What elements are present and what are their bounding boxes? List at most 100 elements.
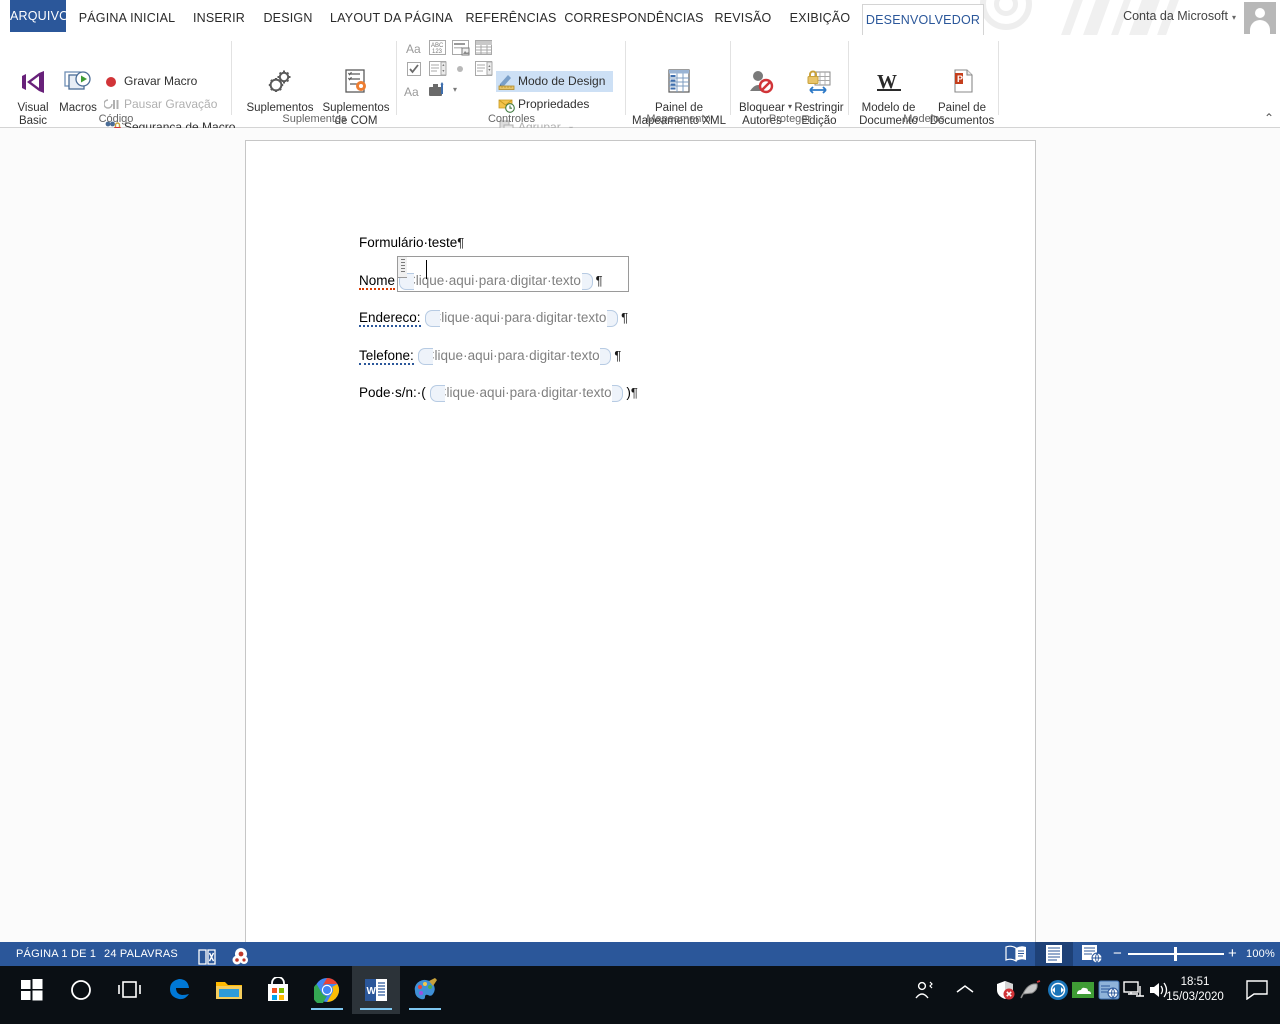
content-control-left-bracket-icon <box>428 384 445 402</box>
shield-icon[interactable] <box>992 966 1018 1014</box>
status-bar: PÁGINA 1 DE 1 24 PALAVRAS − + 100% <box>0 942 1280 966</box>
cortana-button[interactable] <box>57 966 105 1014</box>
taskbar: W 18:51 15/03/2020 <box>0 966 1280 1024</box>
record-macro-button[interactable]: Gravar Macro <box>102 71 197 92</box>
action-center-icon[interactable] <box>1240 966 1274 1014</box>
monitor-network-icon[interactable] <box>1121 966 1147 1014</box>
properties-button[interactable]: Propriedades <box>496 94 589 115</box>
content-control[interactable]: Clique·aqui·para·digitar·texto. <box>426 383 627 403</box>
ribbon: Visual Basic Macros Gravar Macro Pausar … <box>0 35 1280 135</box>
form-field-row: Pode·s/n:·(Clique·aqui·para·digitar·text… <box>359 383 959 421</box>
document-body[interactable]: Formulário·teste¶ Nome Clique·aqui·para·d… <box>359 233 959 421</box>
ribbon-tab-arquivo[interactable]: ARQUIVO <box>10 0 69 32</box>
content-control-right-bracket-icon <box>600 347 612 365</box>
content-control[interactable]: Clique·aqui·para·digitar·texto. <box>414 346 615 366</box>
read-mode-view-button[interactable] <box>997 942 1035 966</box>
account-label[interactable]: Conta da Microsoft ▾ <box>1123 9 1236 23</box>
pause-recording-button[interactable]: Pausar Gravação <box>102 94 217 115</box>
ribbon-tab-inserir[interactable]: INSERIR <box>190 4 248 32</box>
paint-taskbar-button[interactable] <box>401 966 449 1014</box>
teamviewer-icon[interactable] <box>1045 966 1071 1014</box>
ribbon-tab-refer-ncias[interactable]: REFERÊNCIAS <box>464 4 558 32</box>
pause-icon <box>103 96 121 113</box>
zoom-level-label[interactable]: 100% <box>1246 942 1275 966</box>
task-view-button[interactable] <box>106 966 154 1014</box>
content-control-placeholder: Clique·aqui·para·digitar·texto. <box>424 347 604 363</box>
ribbon-tab-design[interactable]: DESIGN <box>258 4 318 32</box>
collapse-ribbon-button[interactable]: ⌃ <box>1264 111 1274 125</box>
content-control-drag-handle[interactable] <box>397 255 407 278</box>
edge-taskbar-button[interactable] <box>156 966 204 1014</box>
ribbon-tab-exibi-o[interactable]: EXIBIÇÃO <box>784 4 856 32</box>
svg-text:Aa: Aa <box>406 42 421 56</box>
content-control-left-bracket-icon <box>416 347 433 365</box>
drop-down-list-content-control-icon[interactable] <box>451 60 471 78</box>
clock[interactable]: 18:51 15/03/2020 <box>1152 966 1238 1014</box>
chevron-up-icon[interactable] <box>952 966 978 1014</box>
zoom-in-button[interactable]: + <box>1228 942 1237 966</box>
ribbon-group-mapeamento: Painel de Mapeamento XML Mapeamento <box>626 35 731 127</box>
svg-text:P: P <box>957 74 963 84</box>
design-mode-label: Modo de Design <box>518 74 606 88</box>
svg-text:Aa: Aa <box>404 85 419 99</box>
word-running-indicator <box>360 1008 392 1010</box>
ribbon-group-modelos: W Modelo de Documento P Painel de Docume… <box>849 35 999 127</box>
zoom-out-button[interactable]: − <box>1113 942 1122 966</box>
store-taskbar-button[interactable] <box>254 966 302 1014</box>
checkbox-content-control-icon[interactable] <box>405 60 425 78</box>
chevron-down-icon: ▾ <box>1231 13 1236 22</box>
print-layout-view-button[interactable] <box>1035 942 1073 966</box>
ribbon-tab-layout-da-p-gina[interactable]: LAYOUT DA PÁGINA <box>326 4 457 32</box>
network-globe-icon[interactable] <box>1096 966 1122 1014</box>
rich-text-content-control-icon[interactable]: Aa <box>405 39 425 57</box>
document-page[interactable]: Formulário·teste¶ Nome Clique·aqui·para·d… <box>245 140 1036 942</box>
plain-text-content-control-icon[interactable]: ABC 123 <box>428 39 448 57</box>
ribbon-group-label-controles: Controles <box>487 113 536 125</box>
chrome-taskbar-button[interactable] <box>303 966 351 1014</box>
repeating-section-content-control-icon[interactable]: Aa <box>403 81 427 99</box>
macros-icon <box>56 69 100 99</box>
building-block-gallery-icon[interactable] <box>474 39 494 57</box>
onedrive-icon[interactable] <box>1070 966 1096 1014</box>
legacy-tools-chevron-down-icon[interactable]: ▾ <box>453 85 457 94</box>
form-field-row: Telefone: Clique·aqui·para·digitar·texto.… <box>359 346 959 384</box>
ribbon-tab-revis-o[interactable]: REVISÃO <box>710 4 776 32</box>
macros-button[interactable]: Macros <box>56 69 100 115</box>
date-picker-content-control-icon[interactable] <box>474 60 494 78</box>
block-authors-icon <box>733 69 791 99</box>
legacy-tools-icon[interactable] <box>427 81 451 99</box>
add-ins-button[interactable]: Suplementos <box>240 69 320 115</box>
start-button[interactable] <box>8 966 56 1014</box>
track-changes-icon[interactable] <box>222 942 260 966</box>
ribbon-group-controles: Aa ABC 123 Aa ▾ Modo de Design Proprieda… <box>397 35 626 135</box>
zoom-slider-thumb[interactable] <box>1174 947 1177 961</box>
ribbon-tab-strip: ARQUIVO PÁGINA INICIAL INSERIR DESIGN LAYOUT… <box>0 0 1280 36</box>
ribbon-tab-desenvolvedor[interactable]: DESENVOLVEDOR <box>862 4 984 36</box>
pilcrow-mark: ¶ <box>457 235 465 250</box>
combo-box-content-control-icon[interactable] <box>428 60 448 78</box>
file-explorer-taskbar-button[interactable] <box>205 966 253 1014</box>
com-addins-icon <box>320 69 392 99</box>
form-field-row: Nome Clique·aqui·para·digitar·texto. ¶ <box>359 255 959 309</box>
svg-text:123: 123 <box>432 49 443 55</box>
picture-content-control-icon[interactable] <box>451 39 471 57</box>
form-field-row: Endereco: Clique·aqui·para·digitar·texto.… <box>359 308 959 346</box>
page-indicator[interactable]: PÁGINA 1 DE 1 <box>16 942 96 966</box>
document-panel-icon: P <box>926 69 998 99</box>
gears-icon <box>240 69 320 99</box>
web-layout-view-button[interactable] <box>1073 942 1111 966</box>
ribbon-group-label-codigo: Código <box>98 113 134 125</box>
content-control[interactable]: Clique·aqui·para·digitar·texto. <box>421 308 622 328</box>
design-mode-button[interactable]: Modo de Design <box>496 71 614 92</box>
speaker-dish-icon[interactable] <box>1018 966 1044 1014</box>
people-icon[interactable] <box>912 966 938 1014</box>
record-macro-label: Gravar Macro <box>124 74 198 88</box>
avatar[interactable] <box>1244 2 1276 34</box>
word-taskbar-button[interactable]: W <box>352 966 400 1014</box>
document-canvas: Formulário·teste¶ Nome Clique·aqui·para·d… <box>0 128 1280 942</box>
ribbon-tab-correspond-ncias[interactable]: CORRESPONDÊNCIAS <box>564 4 704 32</box>
ribbon-tab-p-gina-inicial[interactable]: PÁGINA INICIAL <box>74 4 180 32</box>
field-label: Endereco: <box>359 310 421 327</box>
word-count[interactable]: 24 PALAVRAS <box>104 942 178 966</box>
content-control-right-bracket-icon <box>581 272 594 290</box>
